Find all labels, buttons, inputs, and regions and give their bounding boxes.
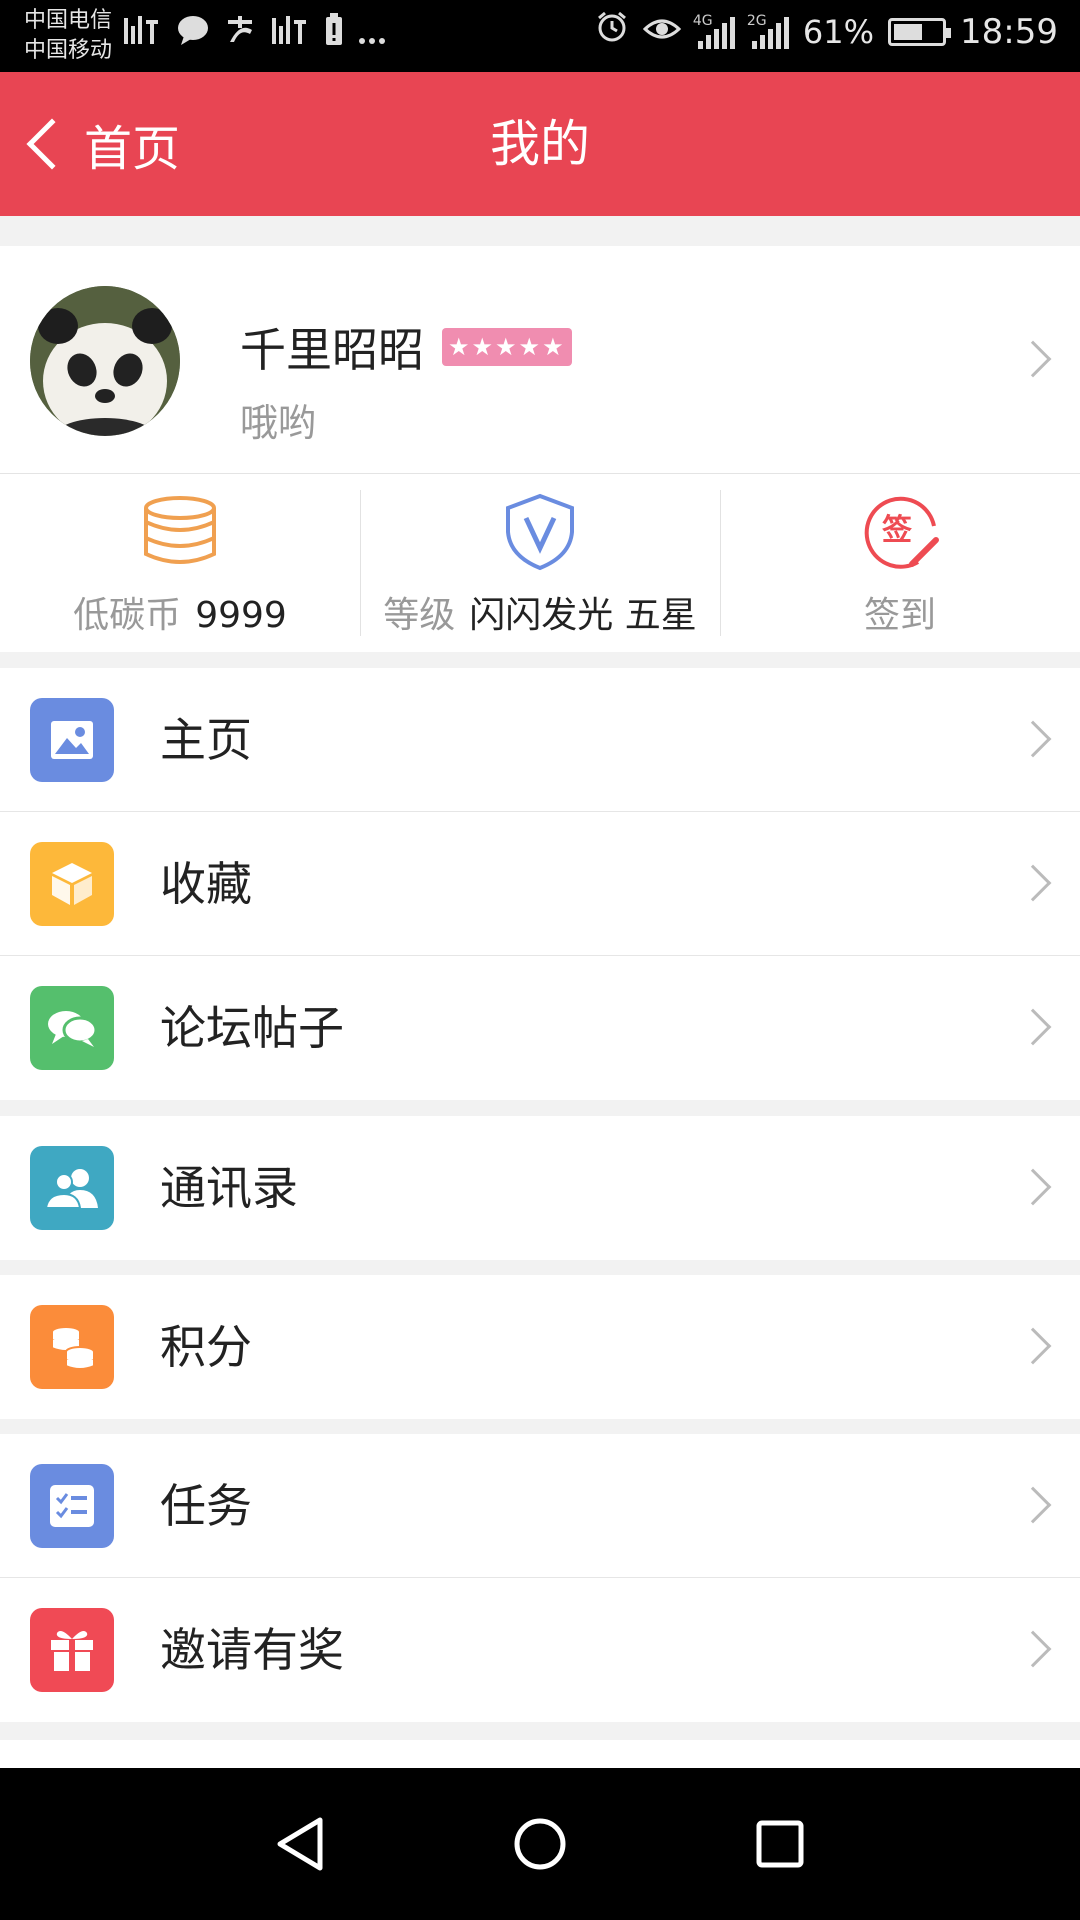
profile-card[interactable]: 千里昭昭 ★★★★★ 哦哟 (0, 246, 1080, 474)
coins-stat[interactable]: 低碳币 9999 (0, 474, 360, 652)
nav-recents-button[interactable] (720, 1768, 840, 1920)
box-icon (30, 842, 114, 926)
battery-fill (894, 23, 923, 40)
alarm-icon (595, 10, 629, 53)
menu-label-contacts: 通讯录 (160, 1161, 298, 1215)
page-title: 我的 (490, 115, 590, 173)
status-bar: 中国电信 中国移动 4G 2G 61% 18:59 (0, 0, 1080, 72)
checkin-text: 签到 (864, 586, 936, 638)
menu-label-tasks: 任务 (160, 1479, 252, 1533)
listen-app-icon (122, 12, 162, 57)
menu-group-3: 积分 (0, 1275, 1080, 1419)
carrier-info: 中国电信 中国移动 (24, 6, 112, 66)
chevron-right-icon (1014, 1168, 1052, 1206)
chevron-right-icon (1014, 1327, 1052, 1365)
coins-stack-icon (144, 496, 216, 564)
coins-text: 低碳币 9999 (73, 586, 287, 638)
picture-icon (30, 698, 114, 782)
level-label: 等级 (383, 595, 456, 636)
menu-item-invite[interactable]: 邀请有奖 (0, 1578, 1080, 1722)
menu-label-invite: 邀请有奖 (160, 1623, 344, 1677)
carrier-2: 中国移动 (24, 38, 113, 63)
level-text: 等级 闪闪发光 五星 (383, 586, 696, 638)
battery-icon (888, 17, 952, 46)
clock: 18:59 (960, 11, 1058, 52)
battery-alert-icon (324, 13, 344, 56)
menu-group-5-partial (0, 1740, 1080, 1768)
avatar[interactable] (30, 286, 180, 436)
carrier-1: 中国电信 (24, 8, 113, 33)
coins-value: 9999 (195, 595, 287, 636)
menu-label-favorites: 收藏 (160, 857, 252, 911)
checkin-icon-text: 签 (882, 513, 912, 548)
circle-home-icon (514, 1818, 566, 1870)
triangle-back-icon (277, 1817, 323, 1871)
username-row: 千里昭昭 ★★★★★ (240, 314, 572, 380)
menu-group-1: 主页 收藏 论坛帖子 (0, 668, 1080, 1100)
coins-label: 低碳币 (73, 595, 182, 636)
menu-label-points: 积分 (160, 1320, 252, 1374)
shield-v-icon (506, 493, 574, 571)
gift-icon (30, 1608, 114, 1692)
menu-item-forum-posts[interactable]: 论坛帖子 (0, 956, 1080, 1100)
task-list-icon (30, 1464, 114, 1548)
checkin-stat[interactable]: 签 签到 (720, 474, 1080, 652)
chevron-right-icon (1014, 1486, 1052, 1524)
notification-icons (122, 12, 386, 57)
username: 千里昭昭 (240, 323, 424, 377)
alipay-icon (224, 14, 256, 55)
battery-percent: 61% (802, 12, 875, 51)
level-value: 闪闪发光 五星 (469, 595, 697, 636)
eye-comfort-icon (642, 11, 682, 52)
menu-item-tasks[interactable]: 任务 (0, 1434, 1080, 1578)
star-rating-badge: ★★★★★ (442, 328, 572, 366)
checkin-icon: 签 (864, 496, 939, 569)
checkin-label: 签到 (863, 595, 936, 636)
stats-row: 低碳币 9999 等级 闪闪发光 五星 签 签到 (0, 474, 1080, 652)
signal-2-icon: 2G (747, 13, 789, 49)
chat-bubbles-icon (30, 986, 114, 1070)
menu-item-favorites[interactable]: 收藏 (0, 812, 1080, 956)
listen-app-icon (270, 12, 310, 57)
status-right: 4G 2G 61% 18:59 (595, 10, 1058, 53)
square-recents-icon (756, 1820, 804, 1868)
menu-group-2: 通讯录 (0, 1116, 1080, 1260)
nav-back-button[interactable] (240, 1768, 360, 1920)
level-stat[interactable]: 等级 闪闪发光 五星 (360, 474, 720, 652)
chevron-right-icon (1014, 1630, 1052, 1668)
menu-item-points[interactable]: 积分 (0, 1275, 1080, 1419)
menu-group-4: 任务 邀请有奖 (0, 1434, 1080, 1722)
chevron-right-icon (1014, 864, 1052, 902)
menu-item-homepage[interactable]: 主页 (0, 668, 1080, 812)
contacts-icon (30, 1146, 114, 1230)
chevron-right-icon (1014, 720, 1052, 758)
coins-icon (30, 1305, 114, 1389)
nav-home-button[interactable] (480, 1768, 600, 1920)
menu-label-homepage: 主页 (160, 713, 252, 767)
nav-bar: 首页 我的 (0, 72, 1080, 216)
system-nav-bar (0, 1768, 1080, 1920)
signal-1-icon: 4G (693, 13, 735, 49)
menu-item-contacts[interactable]: 通讯录 (0, 1116, 1080, 1260)
chat-bubble-icon (176, 14, 210, 55)
more-dots-icon (358, 14, 386, 55)
chevron-right-icon (1014, 340, 1052, 378)
user-motto: 哦哟 (240, 401, 317, 445)
chevron-right-icon (1014, 1008, 1052, 1046)
screen: 中国电信 中国移动 4G 2G 61% 18:59 首页 我的 千里昭昭 ★★★… (0, 0, 1080, 1920)
menu-label-forum-posts: 论坛帖子 (160, 1001, 344, 1055)
